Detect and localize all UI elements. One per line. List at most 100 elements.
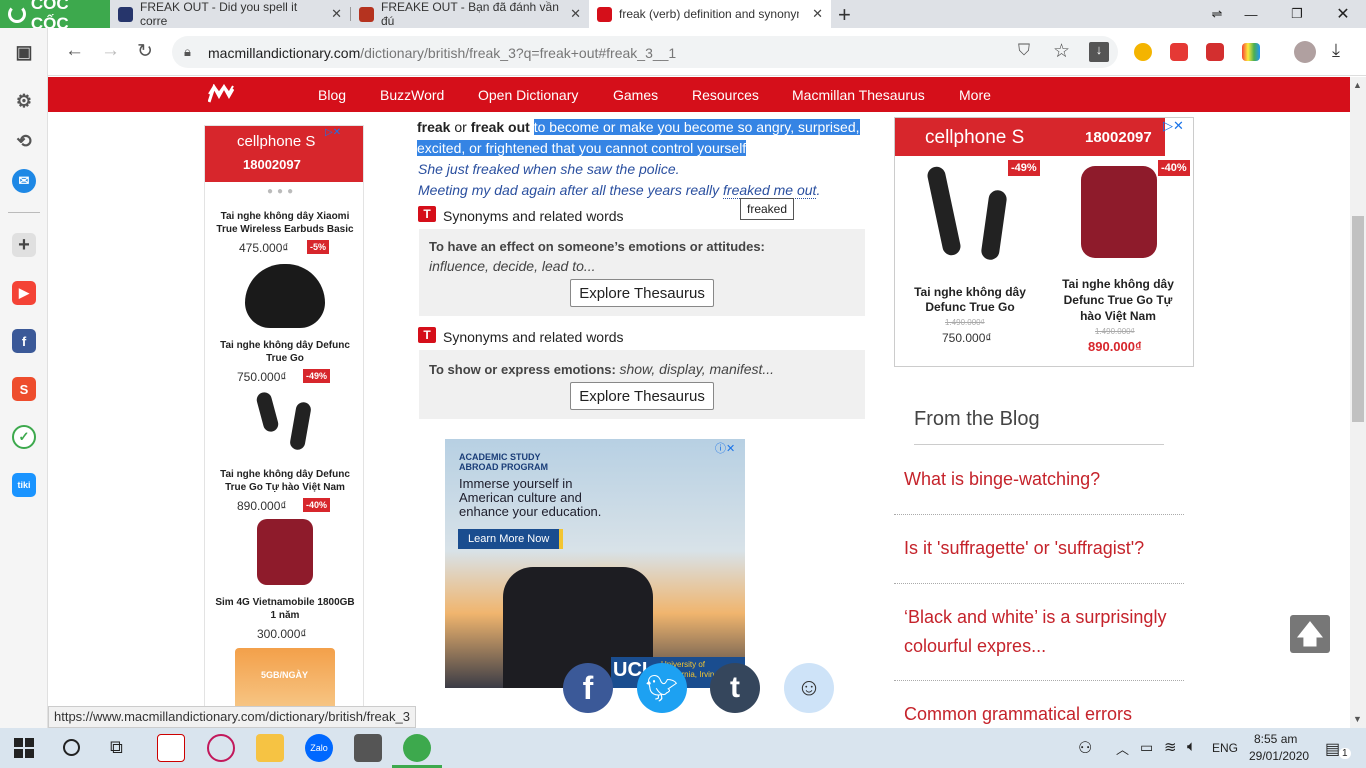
blog-post-link[interactable]: What is binge-watching?	[904, 465, 1174, 494]
facebook-share-icon[interactable]: f	[563, 663, 613, 713]
sidebar-toggle-icon[interactable]: ▣	[12, 40, 36, 64]
blog-post-link[interactable]: Is it 'suffragette' or 'suffragist'?	[904, 534, 1174, 563]
nav-thesaurus[interactable]: Macmillan Thesaurus	[792, 87, 925, 103]
history-icon[interactable]: ⟲	[12, 129, 36, 153]
ad-brand: cellphone S	[925, 127, 1025, 148]
adchoices-icon[interactable]: ▷✕	[325, 127, 341, 138]
earbud-image	[288, 401, 313, 451]
ad-product-price: 750.000₫	[942, 331, 992, 345]
explore-thesaurus-button[interactable]: Explore Thesaurus	[570, 279, 714, 307]
chrome-extension-icon[interactable]	[1134, 43, 1152, 61]
people-icon[interactable]: ⚇	[1078, 738, 1092, 758]
example-link[interactable]: freaked me out	[723, 182, 817, 199]
nav-resources[interactable]: Resources	[692, 87, 759, 103]
art-app-icon[interactable]	[207, 734, 235, 762]
close-window-button[interactable]: ✕	[1320, 0, 1366, 28]
minimize-button[interactable]: —	[1228, 0, 1274, 28]
tooltip: freaked	[740, 198, 795, 220]
nav-buzzword[interactable]: BuzzWord	[380, 87, 444, 103]
search-circle-icon[interactable]	[63, 739, 80, 756]
tumblr-share-icon[interactable]: t	[710, 663, 760, 713]
close-tab-icon[interactable]: ✕	[331, 6, 342, 22]
maximize-button[interactable]: ❐	[1274, 0, 1320, 28]
wifi-icon[interactable]: ≋	[1164, 738, 1177, 756]
synonym-words[interactable]: influence, decide, lead to...	[429, 258, 596, 274]
file-explorer-icon[interactable]	[256, 734, 284, 762]
learn-more-button[interactable]: Learn More Now	[458, 529, 564, 549]
task-view-icon[interactable]: ⧉	[110, 737, 123, 758]
facebook-icon[interactable]: f	[12, 329, 36, 353]
reddit-share-icon[interactable]: ☺	[784, 663, 834, 713]
ad-kicker: ACADEMIC STUDY ABROAD PROGRAM	[459, 452, 548, 472]
settings-gear-icon[interactable]: ⚙	[12, 89, 36, 113]
tab-freak-definition[interactable]: freak (verb) definition and synonym ✕	[589, 0, 831, 28]
coccoc-taskbar-icon[interactable]	[403, 734, 431, 762]
battery-icon[interactable]: ▭	[1140, 739, 1153, 756]
left-ad-banner[interactable]: cellphone S 18002097 ▷✕ ●●● Tai nghe khô…	[204, 125, 364, 715]
notification-count-badge: 1	[1339, 748, 1351, 759]
clock-date[interactable]: 29/01/2020	[1249, 749, 1309, 763]
right-ad-banner[interactable]: cellphone S 18002097 ▷✕ -49% -40% Tai ng…	[894, 117, 1194, 367]
nav-more[interactable]: More	[959, 87, 991, 103]
shield-icon[interactable]: ⛉	[1018, 42, 1030, 60]
carousel-dots[interactable]: ●●●	[267, 186, 297, 197]
color-extension-icon[interactable]	[1242, 43, 1260, 61]
sync-extension-icon[interactable]	[1206, 43, 1224, 61]
tab-freake-out-vn[interactable]: FREAKE OUT - Bạn đã đánh vần đú ✕	[351, 0, 589, 28]
clock-time[interactable]: 8:55 am	[1254, 732, 1297, 746]
earbuds-case-image	[245, 264, 325, 328]
sim-label: 5GB/NGÀY	[261, 670, 309, 680]
youtube-icon[interactable]: ▶	[12, 281, 36, 305]
uci-ad-banner[interactable]: ACADEMIC STUDY ABROAD PROGRAM Immerse yo…	[445, 439, 745, 688]
nav-open-dictionary[interactable]: Open Dictionary	[478, 87, 578, 103]
add-shortcut-icon[interactable]: +	[12, 233, 36, 257]
adchoices-icon[interactable]: ▷✕	[1163, 118, 1184, 134]
snipping-app-icon[interactable]	[354, 734, 382, 762]
notification-center-icon[interactable]: ▤	[1325, 739, 1340, 759]
downloads-icon[interactable]: ⤓	[1332, 40, 1340, 61]
ad-product-name: Sim 4G Vietnamobile 1800GB 1 năm	[215, 597, 355, 621]
tiki-icon[interactable]: tiki	[12, 473, 36, 497]
coccoc-app-icon[interactable]: ✓	[12, 425, 36, 449]
office-app-icon[interactable]	[157, 734, 185, 762]
back-button[interactable]: ←	[65, 40, 84, 62]
new-tab-button[interactable]: +	[838, 2, 851, 28]
forward-button[interactable]: →	[101, 40, 120, 62]
explore-thesaurus-button[interactable]: Explore Thesaurus	[570, 382, 714, 410]
shield-extension-icon[interactable]	[1170, 43, 1188, 61]
messenger-icon[interactable]: ✉	[12, 169, 36, 193]
volume-icon[interactable]: 🔈︎	[1187, 738, 1196, 755]
blog-post-link[interactable]: Common grammatical errors	[904, 700, 1174, 729]
url-text[interactable]: macmillandictionary.com/dictionary/briti…	[208, 45, 676, 61]
twitter-share-icon[interactable]: 🐦︎	[637, 663, 687, 713]
blog-post-link[interactable]: ‘Black and white’ is a surprisingly colo…	[904, 603, 1174, 661]
scroll-up-arrow-icon[interactable]: ▲	[1353, 80, 1362, 90]
close-tab-icon[interactable]: ✕	[812, 6, 823, 22]
close-tab-icon[interactable]: ✕	[570, 6, 581, 22]
coccoc-menu-button[interactable]: CỐC CỐC	[0, 0, 110, 33]
synonyms-heading: Synonyms and related words	[443, 329, 624, 345]
bookmark-star-icon[interactable]: ☆	[1053, 40, 1070, 63]
profile-avatar[interactable]	[1294, 41, 1316, 63]
back-to-top-button[interactable]: 🡅︎	[1290, 615, 1330, 653]
adchoices-icon[interactable]: ⓘ✕	[715, 440, 735, 456]
ad-old-price: 1.490.000₫	[1095, 327, 1135, 336]
zalo-icon[interactable]: Zalo	[305, 734, 333, 762]
tab-freak-out-spell[interactable]: FREAK OUT - Did you spell it corre ✕	[110, 0, 350, 28]
scrollbar-thumb[interactable]	[1352, 216, 1364, 422]
nav-games[interactable]: Games	[613, 87, 658, 103]
ad-headline: Immerse yourself in American culture and…	[459, 476, 602, 519]
blog-divider	[894, 680, 1184, 681]
reload-button[interactable]: ↻	[137, 40, 153, 63]
download-page-icon[interactable]: ↓	[1089, 42, 1109, 62]
shopee-icon[interactable]: S	[12, 377, 36, 401]
lock-icon[interactable]: 🔒︎	[184, 44, 191, 60]
macmillan-logo-icon[interactable]	[208, 84, 234, 104]
windows-start-icon[interactable]	[14, 738, 34, 758]
synonym-words[interactable]: show, display, manifest...	[619, 361, 774, 377]
tray-chevron-icon[interactable]: ︿	[1116, 739, 1129, 758]
scroll-down-arrow-icon[interactable]: ▼	[1353, 714, 1362, 724]
language-indicator[interactable]: ENG	[1212, 741, 1238, 755]
nav-blog[interactable]: Blog	[318, 87, 346, 103]
ad-product-price: 890.000₫	[1088, 339, 1142, 354]
